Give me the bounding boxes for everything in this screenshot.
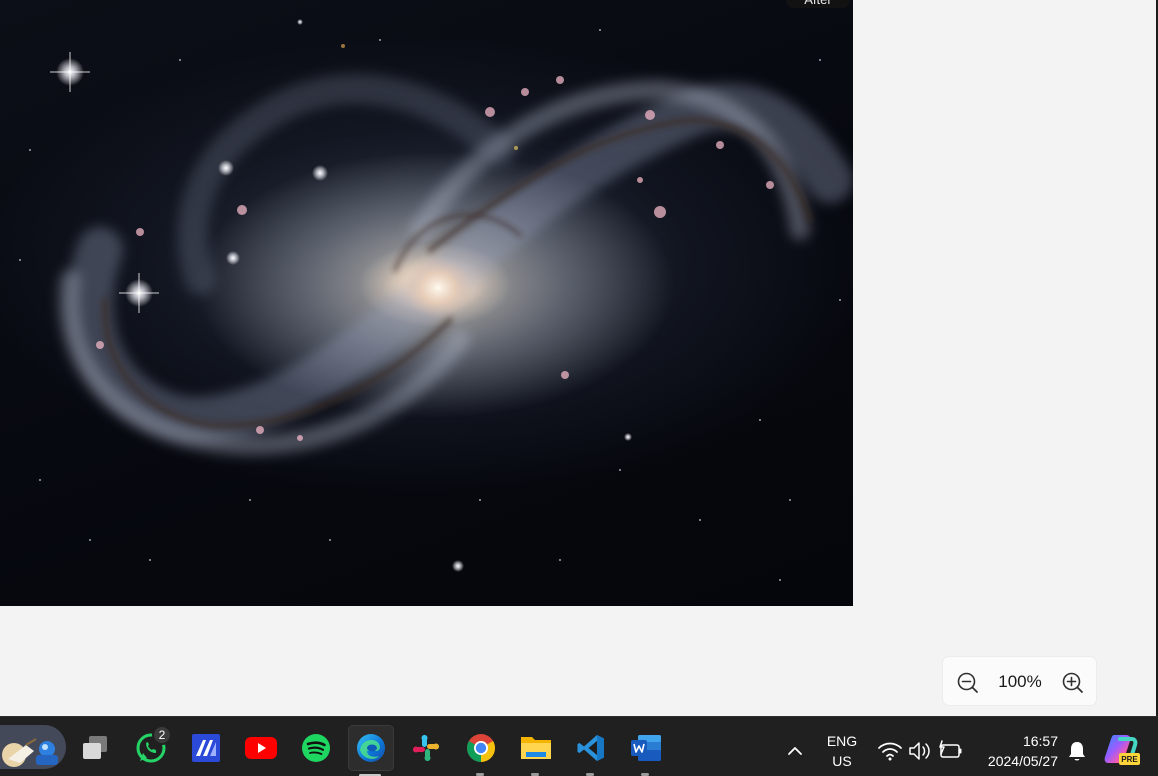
date-label: 2024/05/27: [987, 753, 1058, 769]
copilot-button[interactable]: PRE: [1104, 733, 1140, 767]
notification-count-badge: 2: [152, 725, 172, 745]
galaxy-artwork: [19, 19, 853, 581]
app-icon: [192, 734, 220, 762]
youtube-icon: [245, 737, 277, 759]
taskbar: 2 ENG US 16:57 2024/05/27 PRE: [0, 716, 1158, 776]
task-view-icon: [83, 736, 107, 759]
taskbar-chrome[interactable]: [460, 727, 502, 776]
spotify-icon: [302, 734, 330, 762]
preview-badge: PRE: [1121, 755, 1138, 764]
zoom-out-icon[interactable]: [955, 670, 981, 696]
folder-icon: [521, 737, 551, 759]
volume-icon: [909, 742, 930, 760]
galaxy-photo[interactable]: After: [0, 0, 853, 606]
wifi-icon: [878, 742, 902, 761]
show-hidden-icons-chevron-icon[interactable]: [783, 741, 807, 761]
clock[interactable]: 16:57 2024/05/27: [972, 731, 1058, 771]
time-label: 16:57: [1022, 733, 1058, 749]
taskbar-edge[interactable]: [348, 725, 394, 776]
weather-widget-button[interactable]: [0, 725, 66, 769]
compare-after-label: After: [786, 0, 850, 8]
vscode-icon: [577, 735, 604, 761]
taskbar-vscode[interactable]: [570, 727, 612, 776]
keyboard-layout: US: [832, 753, 852, 769]
task-view-button[interactable]: [74, 727, 116, 769]
edge-icon: [357, 734, 385, 762]
word-icon: [631, 735, 661, 761]
chrome-icon: [467, 734, 495, 762]
notification-bell-icon[interactable]: [1066, 739, 1088, 763]
taskbar-word[interactable]: [625, 727, 667, 776]
photos-app-window: After 100%: [0, 0, 1158, 716]
zoom-control: 100%: [942, 656, 1097, 706]
language-code: ENG: [826, 733, 858, 749]
taskbar-spotify[interactable]: [295, 727, 337, 769]
taskbar-slack[interactable]: [405, 727, 447, 769]
copilot-icon: PRE: [1104, 735, 1140, 765]
taskbar-youtube[interactable]: [240, 727, 282, 769]
slack-icon: [413, 735, 439, 761]
input-language-indicator[interactable]: ENG US: [818, 731, 866, 771]
taskbar-file-explorer[interactable]: [515, 727, 557, 776]
zoom-in-icon[interactable]: [1060, 670, 1086, 696]
taskbar-app[interactable]: [185, 727, 227, 769]
taskbar-whatsapp[interactable]: 2: [130, 725, 172, 769]
battery-charging-icon: [939, 740, 962, 758]
quick-settings-button[interactable]: [874, 737, 966, 765]
weather-widget-icon: [0, 725, 66, 769]
zoom-level-label[interactable]: 100%: [989, 672, 1051, 692]
